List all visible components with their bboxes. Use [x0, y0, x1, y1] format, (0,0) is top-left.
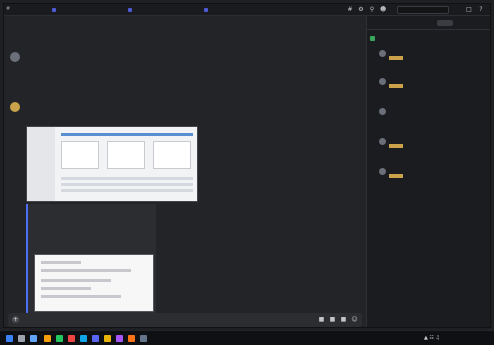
section-check-icon	[370, 36, 375, 41]
top-bar: # # ⚙ ⚲ ☻ □ ?	[4, 4, 490, 16]
taskbar-app-icon[interactable]	[116, 335, 123, 342]
embed-description	[34, 236, 152, 254]
taskbar-app-icon[interactable]	[140, 335, 147, 342]
clock[interactable]	[456, 333, 486, 344]
panel-message-text	[389, 84, 483, 96]
embed-image-row	[41, 269, 131, 272]
taskbar: ▲ ☷ ♫	[0, 330, 494, 345]
screenshot-card	[153, 141, 191, 169]
panel-message-text	[389, 56, 483, 68]
tray-icons[interactable]: ▲ ☷ ♫	[424, 335, 454, 341]
embed-title-link[interactable]	[34, 217, 152, 231]
panel-message-text	[389, 174, 483, 186]
image-attachment[interactable]	[26, 126, 198, 202]
taskbar-search-icon[interactable]	[18, 335, 25, 342]
embed-image[interactable]	[34, 254, 154, 312]
add-attachment-icon[interactable]: +	[12, 316, 19, 323]
panel-tab-2[interactable]	[455, 20, 471, 26]
search-input[interactable]	[397, 6, 449, 14]
mention-highlight	[389, 144, 403, 148]
panel-tab-1[interactable]	[437, 20, 453, 26]
avatar	[379, 138, 386, 145]
panel-message[interactable]	[379, 50, 483, 70]
taskbar-app-icon[interactable]	[92, 335, 99, 342]
mention-highlight	[389, 174, 403, 178]
message-composer[interactable]: + ■ ■ ■ ☺	[8, 313, 362, 327]
panel-message[interactable]	[379, 108, 483, 128]
embed-image-row	[41, 261, 81, 264]
emoji-icon[interactable]: ☺	[351, 316, 358, 323]
panel-message-text	[389, 114, 483, 126]
gif-icon[interactable]: ■	[329, 316, 336, 323]
embed-site-name	[34, 210, 114, 215]
screenshot-card	[61, 141, 99, 169]
pinned-panel	[366, 16, 490, 327]
screenshot-row	[61, 177, 193, 180]
avatar	[379, 108, 386, 115]
embed-image-row	[41, 279, 111, 282]
sticker-icon[interactable]: ■	[340, 316, 347, 323]
panel-message[interactable]	[379, 78, 483, 98]
pinned-link-1[interactable]	[52, 7, 112, 13]
panel-message-text	[389, 144, 483, 156]
pinned-link-icon	[52, 7, 56, 12]
message-list: + ■ ■ ■ ☺	[4, 16, 366, 327]
taskbar-app-icon[interactable]	[128, 335, 135, 342]
notifications-icon[interactable]: ⚙	[358, 7, 364, 13]
pinned-link-2[interactable]	[128, 7, 188, 13]
avatar	[379, 50, 386, 57]
avatar	[379, 78, 386, 85]
taskbar-app-icon[interactable]	[44, 335, 51, 342]
inbox-icon[interactable]: □	[466, 7, 472, 13]
screenshot-header-bar	[61, 133, 193, 136]
pinned-link-icon	[128, 7, 132, 12]
link-embed	[26, 204, 156, 316]
screenshot-row	[61, 183, 193, 186]
panel-message[interactable]	[379, 138, 483, 158]
start-icon[interactable]	[6, 335, 13, 342]
task-view-icon[interactable]	[30, 335, 37, 342]
pin-icon[interactable]: ⚲	[369, 7, 375, 13]
threads-icon[interactable]: #	[347, 7, 353, 13]
mention-highlight	[389, 84, 403, 88]
gift-icon[interactable]: ■	[318, 316, 325, 323]
panel-message[interactable]	[379, 168, 483, 188]
avatar	[379, 168, 386, 175]
message-input[interactable]	[24, 317, 204, 323]
screenshot-row	[61, 189, 193, 192]
help-icon[interactable]: ?	[478, 7, 484, 13]
taskbar-app-icon[interactable]	[104, 335, 111, 342]
screenshot-card	[107, 141, 145, 169]
embed-image-row	[41, 295, 121, 298]
panel-header	[367, 16, 490, 30]
mention-highlight	[389, 56, 403, 60]
members-icon[interactable]: ☻	[380, 7, 386, 13]
embed-image-row	[41, 287, 91, 290]
taskbar-app-icon[interactable]	[56, 335, 63, 342]
taskbar-app-icon[interactable]	[68, 335, 75, 342]
channel-name	[12, 7, 44, 13]
pinned-link-icon	[204, 7, 208, 12]
panel-tab-3[interactable]	[473, 20, 489, 26]
pinned-link-3[interactable]	[204, 7, 264, 13]
screenshot-sidebar	[27, 127, 55, 201]
channel-hash-icon: #	[6, 6, 11, 12]
avatar[interactable]	[10, 102, 20, 112]
taskbar-app-icon[interactable]	[80, 335, 87, 342]
avatar[interactable]	[10, 52, 20, 62]
chat-app-window: # # ⚙ ⚲ ☻ □ ? + ■ ■ ■ ☺	[3, 3, 491, 328]
